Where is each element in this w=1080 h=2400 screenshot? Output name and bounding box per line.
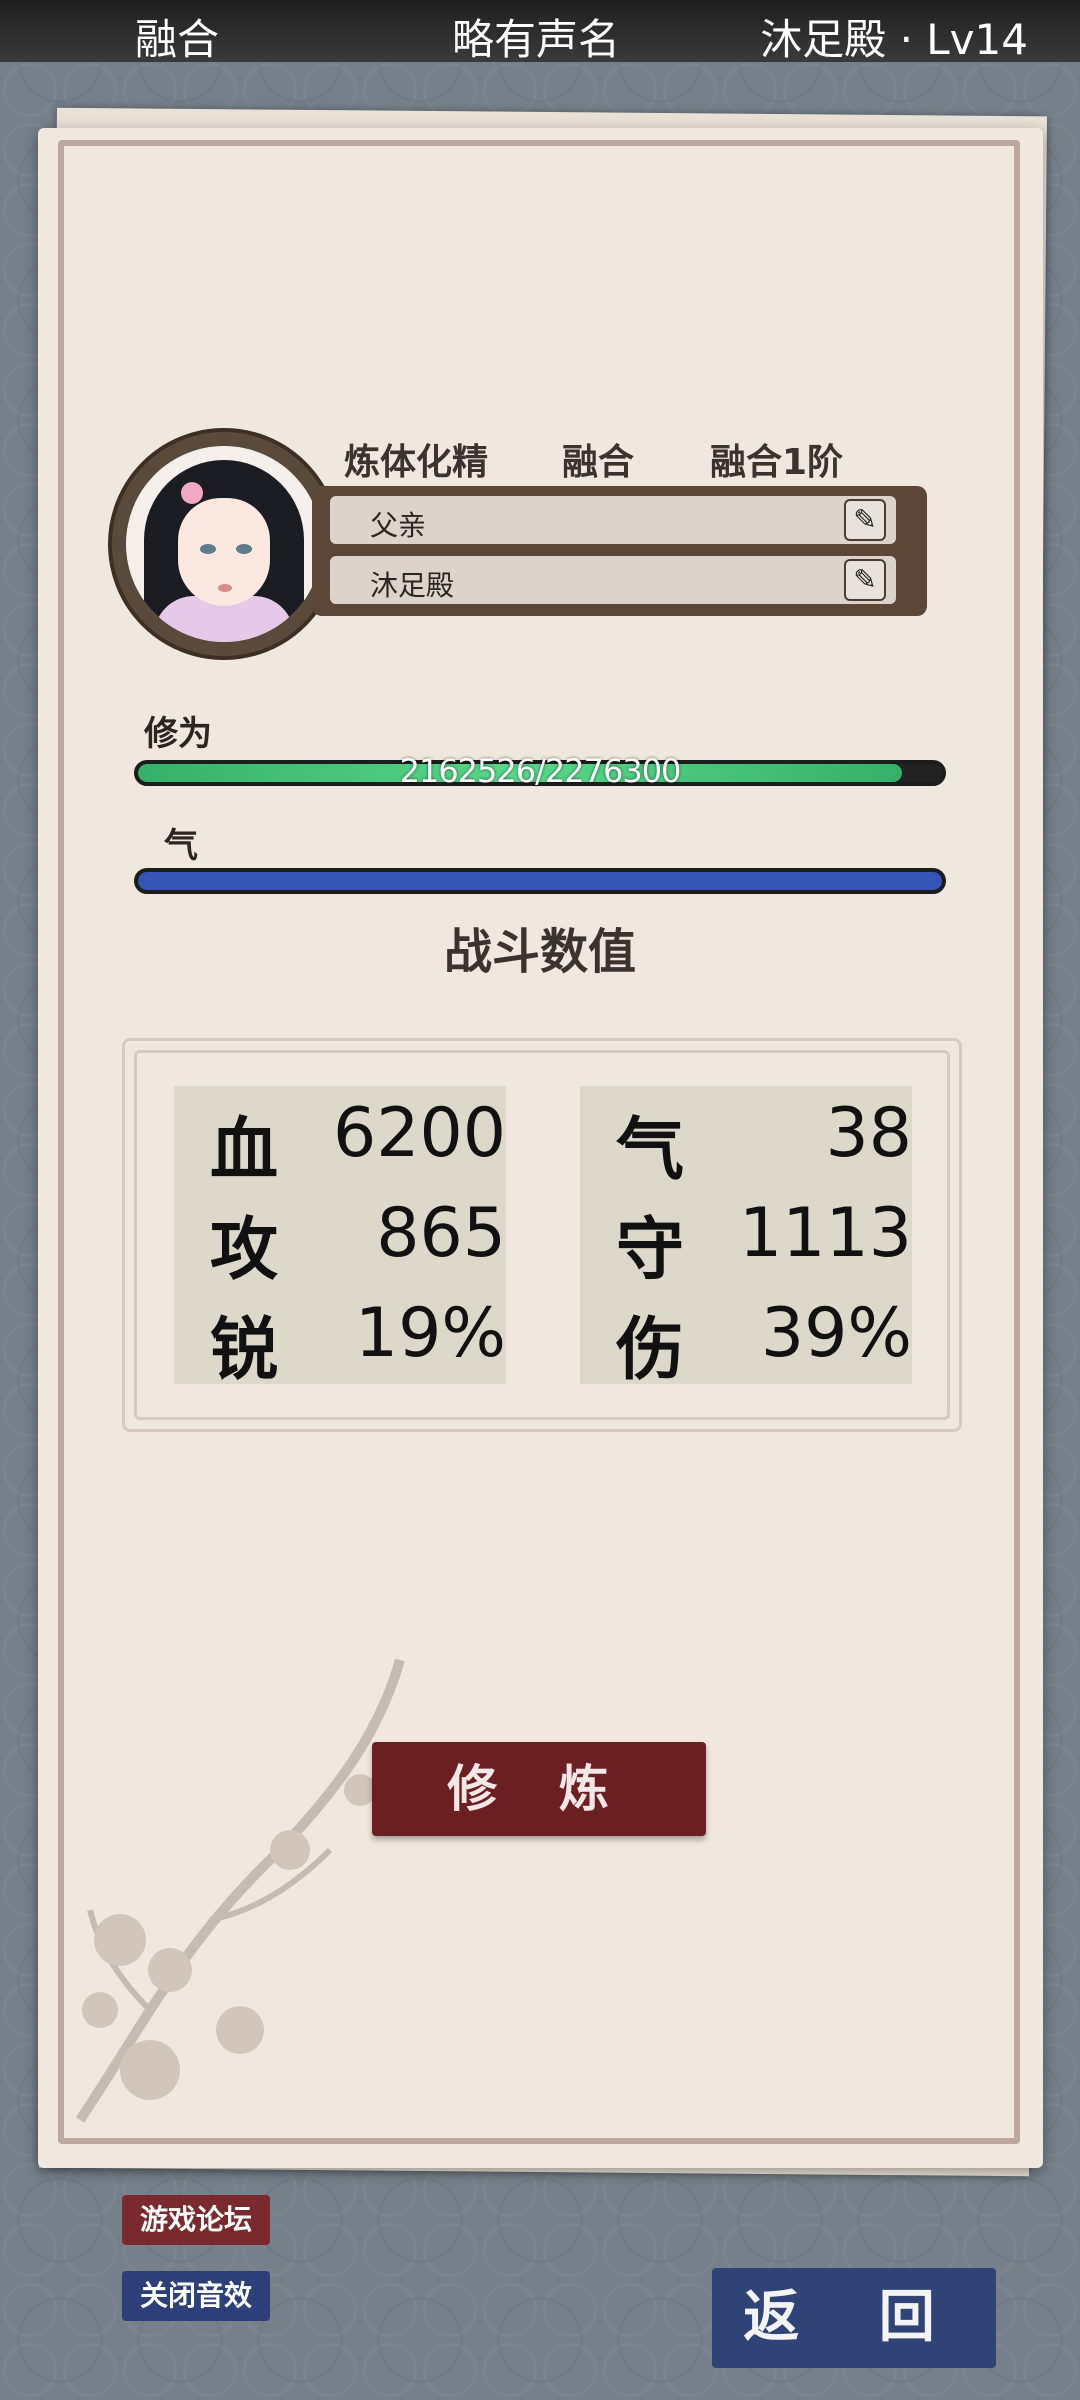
edit-sect-button[interactable]: ✎ (844, 559, 886, 601)
stat-value: 39% (760, 1294, 912, 1373)
title-row: 父亲 ✎ (330, 496, 896, 544)
stat-value: 6200 (332, 1094, 506, 1173)
stat-value: 865 (376, 1194, 506, 1273)
realm-text: 融合 (135, 15, 220, 64)
pencil-icon: ✎ (853, 503, 877, 536)
back-button[interactable]: 返 回 (712, 2268, 996, 2368)
cultivation-label: 修为 (144, 714, 212, 754)
stat-damage: 伤 39% (580, 1286, 912, 1390)
mute-sound-button[interactable]: 关闭音效 (122, 2271, 270, 2321)
edit-title-button[interactable]: ✎ (844, 499, 886, 541)
character-avatar[interactable] (108, 428, 340, 660)
stat-crit: 锐 19% (174, 1286, 506, 1390)
plum-blossom-decoration (75, 1658, 405, 2123)
avatar-mouth (218, 584, 232, 592)
stat-key: 气 (616, 1111, 685, 1190)
cultivation-value: 2162526/2276300 (399, 752, 682, 790)
qi-bar (134, 868, 946, 894)
combat-stats-title: 战斗数值 (443, 924, 636, 980)
reputation-text: 略有声名 (452, 15, 621, 64)
stat-qi: 气 38 (580, 1086, 912, 1190)
hair-flower-icon (181, 482, 203, 504)
avatar-eye (200, 544, 216, 554)
cultivate-button[interactable]: 修 炼 (372, 1742, 706, 1836)
stat-value: 1113 (738, 1194, 912, 1273)
stat-hp: 血 6200 (174, 1086, 506, 1190)
stat-value: 38 (825, 1094, 912, 1173)
stat-value: 19% (354, 1294, 506, 1373)
stats-panel-left: 血 6200 攻 865 锐 19% (174, 1086, 506, 1390)
game-forum-button[interactable]: 游戏论坛 (122, 2195, 270, 2245)
qi-bar-fill (138, 872, 942, 890)
stage-tag: 炼体化精 (344, 442, 489, 483)
stat-key: 守 (616, 1211, 685, 1290)
qi-label: 气 (164, 826, 198, 866)
stat-key: 锐 (210, 1311, 279, 1390)
sect-level-text: 沐足殿 · Lv14 (760, 15, 1028, 64)
stat-attack: 攻 865 (174, 1186, 506, 1290)
avatar-portrait (126, 446, 322, 642)
sect-text: 沐足殿 (370, 569, 455, 602)
identity-box: 父亲 ✎ 沐足殿 ✎ (312, 486, 927, 616)
avatar-eye (236, 544, 252, 554)
stat-key: 血 (210, 1111, 279, 1190)
top-status-bar: 融合 略有声名 沐足殿 · Lv14 (0, 0, 1080, 64)
pencil-icon: ✎ (853, 563, 877, 596)
stat-defense: 守 1113 (580, 1186, 912, 1290)
stat-key: 伤 (616, 1311, 685, 1390)
realm-level-tag: 融合1阶 (710, 442, 844, 483)
stat-key: 攻 (210, 1211, 279, 1290)
title-text: 父亲 (370, 509, 427, 542)
stats-panel-right: 气 38 守 1113 伤 39% (580, 1086, 912, 1390)
sect-row: 沐足殿 ✎ (330, 556, 896, 604)
realm-tag: 融合 (562, 442, 635, 483)
